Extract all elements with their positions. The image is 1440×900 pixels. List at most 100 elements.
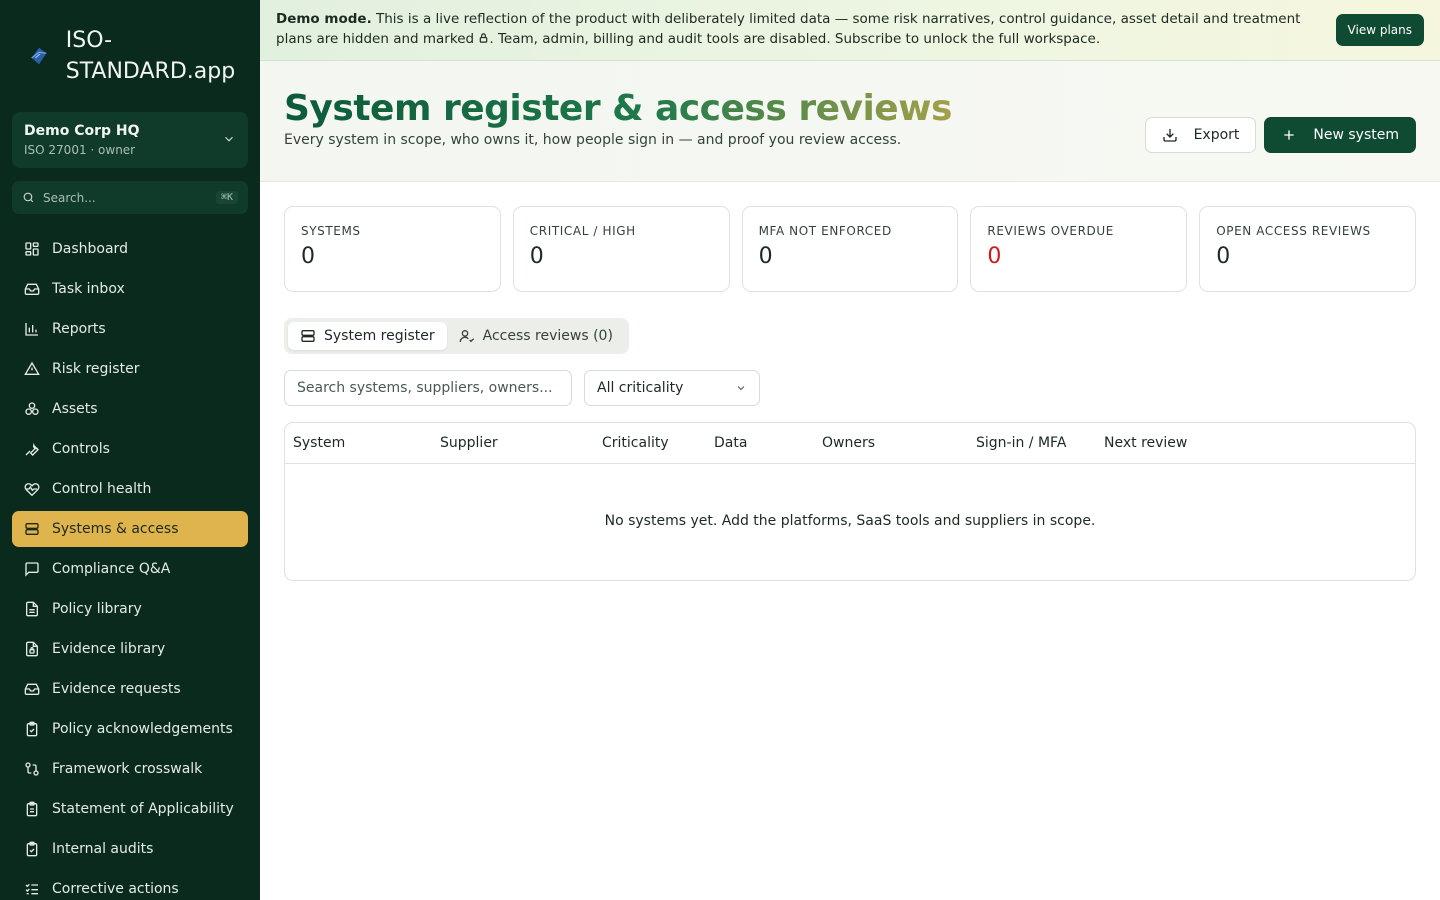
stat-card-critical-high: CRITICAL / HIGH 0 (512, 206, 730, 292)
column-header-system[interactable]: System (293, 435, 440, 451)
stat-label: REVIEWS OVERDUE (987, 224, 1114, 238)
sidebar-item-label: Corrective actions (52, 881, 179, 897)
stat-label: SYSTEMS (301, 224, 361, 238)
stat-card-mfa-not-enforced: MFA NOT ENFORCED 0 (741, 206, 959, 292)
sidebar-item-policy-library[interactable]: Policy library (12, 591, 248, 627)
stat-label: MFA NOT ENFORCED (758, 224, 892, 238)
column-header-sign-in-mfa[interactable]: Sign-in / MFA (976, 435, 1104, 451)
stat-card-systems: SYSTEMS 0 (284, 206, 501, 292)
user-check-icon (459, 330, 474, 343)
demo-banner: Demo mode. This is a live reflection of … (260, 0, 1440, 61)
org-subtitle: ISO 27001 · owner (24, 143, 136, 157)
sidebar-item-label: Policy library (52, 601, 142, 617)
sidebar-item-control-health[interactable]: Control health (12, 471, 248, 507)
server-icon (301, 330, 315, 342)
view-plans-button[interactable]: View plans (1335, 14, 1424, 46)
banner-text-end: . Team, admin, billing and audit tools a… (489, 31, 1101, 47)
export-button[interactable]: Export (1144, 117, 1257, 153)
bar-chart-icon (25, 323, 38, 336)
download-icon (1162, 129, 1177, 142)
chevron-down-icon (225, 136, 233, 142)
file-lock-icon (26, 641, 38, 657)
stat-card-reviews-overdue: REVIEWS OVERDUE 0 (970, 206, 1188, 292)
content-area: SYSTEMS 0 CRITICAL / HIGH 0 MFA NOT ENFO… (260, 182, 1440, 581)
git-compare-icon (25, 762, 39, 776)
sidebar-nav: Dashboard Task inbox Reports Risk regist… (12, 231, 248, 900)
sidebar-item-label: Control health (52, 481, 152, 497)
server-icon (25, 523, 39, 535)
stat-value: 0 (529, 244, 544, 269)
empty-state-message: No systems yet. Add the platforms, SaaS … (604, 513, 1096, 529)
sidebar-item-evidence-library[interactable]: Evidence library (12, 631, 248, 667)
systems-search-input[interactable] (284, 370, 572, 406)
stat-value: 0 (987, 244, 1002, 269)
org-switcher[interactable]: Demo Corp HQ ISO 27001 · owner (12, 112, 248, 168)
criticality-select[interactable]: All criticality (584, 370, 760, 406)
sidebar-item-task-inbox[interactable]: Task inbox (12, 271, 248, 307)
page-title: System register & access reviews (284, 88, 952, 129)
column-header-data[interactable]: Data (714, 435, 822, 451)
stat-value: 0 (1216, 244, 1231, 269)
clipboard-icon (26, 801, 38, 817)
stat-label: OPEN ACCESS REVIEWS (1216, 224, 1371, 238)
sidebar-item-corrective-actions[interactable]: Corrective actions (12, 871, 248, 900)
column-header-criticality[interactable]: Criticality (602, 435, 714, 451)
org-name: Demo Corp HQ (24, 123, 140, 139)
sidebar-search-input[interactable] (43, 190, 216, 205)
export-label: Export (1193, 127, 1240, 143)
sidebar: ISO-STANDARD.app Demo Corp HQ ISO 27001 … (0, 0, 260, 900)
sidebar-item-compliance-qa[interactable]: Compliance Q&A (12, 551, 248, 587)
stat-value: 0 (758, 244, 773, 269)
inbox-icon (24, 283, 40, 295)
sidebar-item-evidence-requests[interactable]: Evidence requests (12, 671, 248, 707)
sidebar-item-systems-access[interactable]: Systems & access (12, 511, 248, 547)
stat-card-open-access-reviews: OPEN ACCESS REVIEWS 0 (1199, 206, 1416, 292)
document-icon (26, 601, 38, 617)
sidebar-item-label: Reports (52, 321, 106, 337)
tab-label: System register (324, 328, 435, 344)
stats-row: SYSTEMS 0 CRITICAL / HIGH 0 MFA NOT ENFO… (284, 206, 1416, 292)
sidebar-item-statement-of-applicability[interactable]: Statement of Applicability (12, 791, 248, 827)
sidebar-item-controls[interactable]: Controls (12, 431, 248, 467)
search-icon (23, 192, 34, 203)
lock-icon (480, 33, 488, 43)
sidebar-item-label: Compliance Q&A (52, 561, 171, 577)
systems-table: System Supplier Criticality Data Owners … (284, 422, 1416, 581)
sidebar-item-reports[interactable]: Reports (12, 311, 248, 347)
header-actions: Export New system (1144, 117, 1416, 153)
message-icon (25, 562, 39, 577)
sidebar-item-framework-crosswalk[interactable]: Framework crosswalk (12, 751, 248, 787)
sidebar-item-label: Controls (52, 441, 110, 457)
sidebar-item-label: Framework crosswalk (52, 761, 203, 777)
heart-pulse-icon (24, 483, 40, 497)
sidebar-item-assets[interactable]: Assets (12, 391, 248, 427)
sidebar-item-label: Internal audits (52, 841, 154, 857)
column-header-supplier[interactable]: Supplier (440, 435, 602, 451)
sidebar-item-risk-register[interactable]: Risk register (12, 351, 248, 387)
sidebar-search[interactable]: ⌘K (12, 181, 248, 214)
sidebar-item-internal-audits[interactable]: Internal audits (12, 831, 248, 867)
sidebar-item-policy-acknowledgements[interactable]: Policy acknowledgements (12, 711, 248, 747)
column-header-owners[interactable]: Owners (822, 435, 976, 451)
table-header: System Supplier Criticality Data Owners … (285, 423, 1415, 464)
clipboard-check-icon (26, 841, 38, 857)
tab-label: Access reviews (0) (482, 328, 613, 344)
new-system-button[interactable]: New system (1264, 117, 1416, 153)
tab-system-register[interactable]: System register (288, 322, 447, 350)
boxes-icon (25, 402, 39, 415)
criticality-value: All criticality (597, 380, 684, 396)
sidebar-item-label: Assets (52, 401, 98, 417)
plus-icon (1284, 130, 1295, 140)
chevron-down-icon (737, 386, 745, 391)
stat-value: 0 (301, 244, 315, 269)
sidebar-item-label: Risk register (52, 361, 140, 377)
warning-triangle-icon (24, 361, 40, 375)
page-header: System register & access reviews Every s… (260, 61, 1440, 182)
dashboard-icon (25, 242, 39, 256)
column-header-next-review[interactable]: Next review (1104, 435, 1224, 451)
tab-access-reviews[interactable]: Access reviews (0) (447, 322, 625, 350)
banner-lead: Demo mode. (276, 11, 372, 27)
sidebar-item-dashboard[interactable]: Dashboard (12, 231, 248, 267)
sidebar-item-label: Task inbox (52, 281, 125, 297)
brand[interactable]: ISO-STANDARD.app (0, 0, 260, 112)
